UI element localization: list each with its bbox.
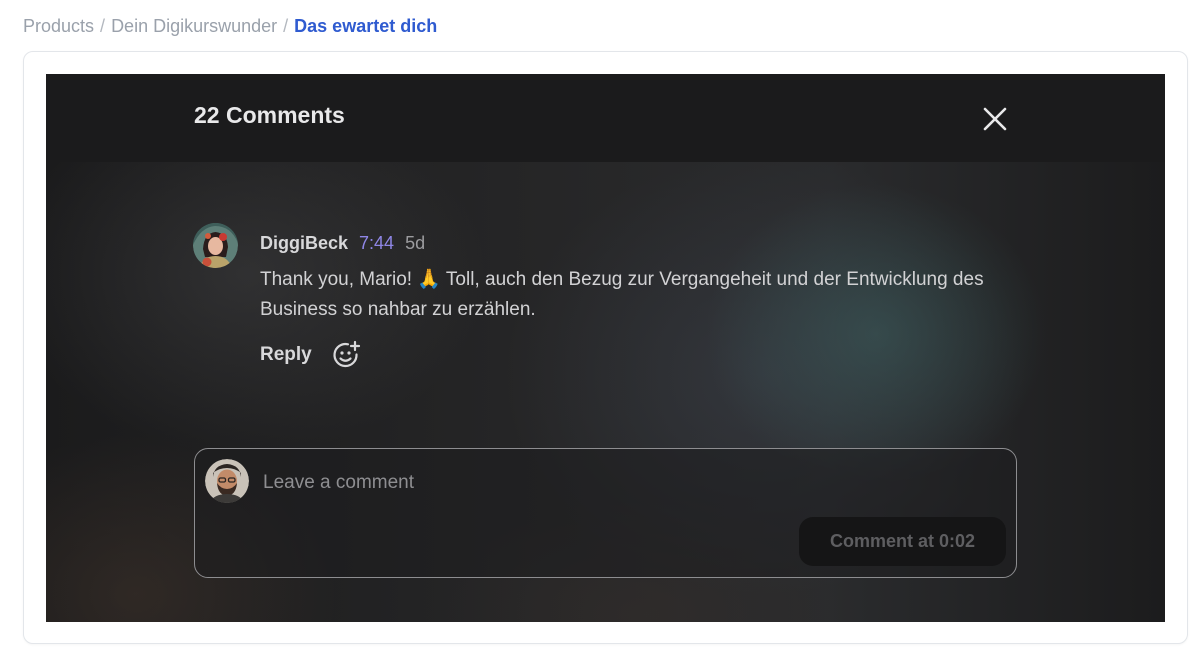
user-avatar-icon [205, 459, 249, 503]
comment-actions: Reply [260, 340, 361, 370]
user-avatar-icon [193, 223, 238, 268]
comment-meta: DiggiBeck 7:44 5d [260, 233, 425, 254]
comment-input[interactable] [263, 467, 983, 499]
comment-composer: Comment at 0:02 [194, 448, 1017, 578]
close-button[interactable] [980, 104, 1010, 134]
breadcrumb: Products / Dein Digikurswunder / Das ewa… [23, 14, 437, 38]
comment-timestamp-link[interactable]: 7:44 [359, 233, 394, 254]
comment-age: 5d [405, 233, 426, 253]
comment-text: Thank you, Mario! 🙏 Toll, auch den Bezug… [260, 269, 984, 320]
video-comments-panel: 22 Comments DiggiBeck 7:44 5d Thank you,… [46, 74, 1165, 622]
breadcrumb-item-products[interactable]: Products [23, 16, 94, 37]
breadcrumb-current: Das ewartet dich [294, 15, 438, 36]
add-reaction-icon [333, 340, 360, 368]
reply-button[interactable]: Reply [260, 344, 312, 366]
breadcrumb-separator: / [100, 15, 106, 36]
breadcrumb-item-course[interactable]: Dein Digikurswunder [111, 16, 277, 37]
add-reaction-button[interactable] [331, 340, 361, 370]
current-user-avatar [205, 459, 249, 503]
submit-comment-button[interactable]: Comment at 0:02 [799, 517, 1006, 566]
comment-author[interactable]: DiggiBeck [260, 233, 348, 254]
avatar[interactable] [193, 223, 238, 268]
breadcrumb-separator: / [283, 15, 289, 36]
comments-title: 22 Comments [194, 102, 345, 128]
close-icon [983, 107, 1007, 131]
